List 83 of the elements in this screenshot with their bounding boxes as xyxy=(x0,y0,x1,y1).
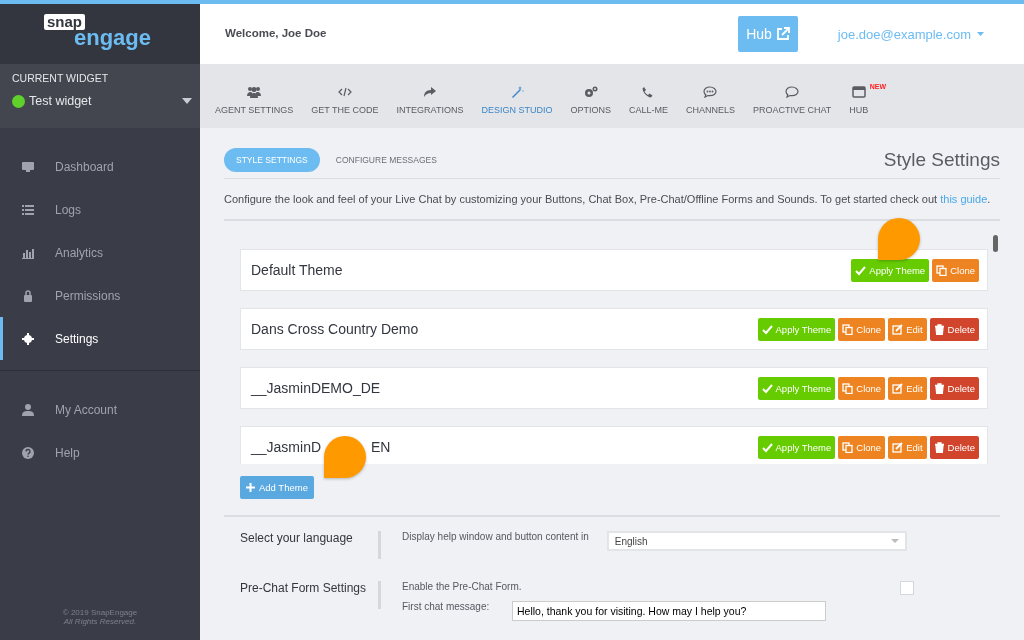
intro-text: Configure the look and feel of your Live Chat by customizing your Buttons, Chat Box, Pre-Chat/Offline Forms and Sounds. To get started check out this guide. xyxy=(224,192,992,207)
nav-tab[interactable]: AGENT SETTINGS xyxy=(206,79,303,115)
check-icon xyxy=(761,382,773,394)
people-icon xyxy=(247,86,262,98)
edit-icon xyxy=(892,382,904,394)
logo-snap: snap xyxy=(44,14,85,30)
hotspot-marker[interactable] xyxy=(878,218,920,260)
widget-selector[interactable]: Test widget xyxy=(12,94,192,108)
language-select[interactable]: English xyxy=(606,531,907,551)
clone-button[interactable]: Clone xyxy=(838,317,886,341)
add-theme-button[interactable]: Add Theme xyxy=(240,476,314,499)
check-icon xyxy=(855,264,867,276)
nav-tab[interactable]: PROACTIVE CHAT xyxy=(743,79,841,115)
trash-icon xyxy=(933,323,945,335)
theme-name: Default Theme xyxy=(251,262,344,278)
widget-heading: CURRENT WIDGET xyxy=(12,72,110,84)
field-label: First chat message: xyxy=(402,601,491,612)
nav-tab[interactable]: CALL-ME xyxy=(619,79,677,115)
edit-button[interactable]: Edit xyxy=(888,317,927,341)
person-icon xyxy=(22,403,34,416)
window-icon xyxy=(851,86,866,98)
help-icon xyxy=(22,446,34,459)
setting-description: Display help window and button content in xyxy=(402,531,589,542)
speech-bubbles-icon xyxy=(703,86,718,98)
clone-button[interactable]: Clone xyxy=(932,258,979,282)
theme-name: Dans Cross Country Demo xyxy=(251,321,420,337)
setting-title: Pre-Chat Form Settings xyxy=(240,581,368,595)
caret-icon xyxy=(977,32,984,36)
trash-icon xyxy=(933,382,945,394)
copy-icon xyxy=(842,382,854,394)
sidebar-item[interactable]: My Account xyxy=(0,388,200,431)
trash-icon xyxy=(933,441,945,453)
nav-tab[interactable]: CHANNELS xyxy=(676,79,744,115)
sidebar-item[interactable]: Logs xyxy=(0,188,200,231)
check-icon xyxy=(761,323,773,335)
nav-tab[interactable]: GET THE CODE xyxy=(302,79,388,115)
welcome-text: Welcome, Joe Doe xyxy=(225,26,328,39)
code-icon xyxy=(337,86,352,98)
copy-icon xyxy=(842,441,854,453)
sidebar-item[interactable]: Help xyxy=(0,431,200,474)
theme-name-end: EN xyxy=(371,439,391,455)
caret-icon xyxy=(182,98,192,104)
copy-icon xyxy=(842,323,854,335)
edit-button[interactable]: Edit xyxy=(888,376,927,400)
nav-tab[interactable]: OPTIONS xyxy=(561,79,620,115)
list-icon xyxy=(22,203,34,216)
message-field[interactable]: Hello, thank you for visiting. How may I help you? xyxy=(512,601,826,621)
monitor-icon xyxy=(22,160,34,173)
lock-icon xyxy=(22,289,34,302)
theme-name: __JasminDEMO_DE xyxy=(251,380,382,396)
sidebar-item[interactable]: Analytics xyxy=(0,231,200,274)
copy-icon xyxy=(936,264,948,276)
setting-title: Select your language xyxy=(240,531,354,545)
speech-bubble-icon xyxy=(785,86,800,98)
plus-icon xyxy=(246,483,255,492)
edit-button[interactable]: Edit xyxy=(888,435,927,459)
share-arrow-icon xyxy=(422,86,437,98)
delete-button[interactable]: Delete xyxy=(929,376,979,400)
clone-button[interactable]: Clone xyxy=(838,376,886,400)
nav-tab[interactable]: INTEGRATIONS xyxy=(387,79,473,115)
page-title: Style Settings xyxy=(883,149,1000,171)
hotspot-marker[interactable] xyxy=(324,436,366,478)
nav-tab[interactable]: DESIGN STUDIO xyxy=(472,79,562,115)
phone-icon xyxy=(641,86,656,98)
caret-icon xyxy=(890,539,899,543)
clone-button[interactable]: Clone xyxy=(838,435,886,459)
gears-icon xyxy=(583,86,598,98)
theme-name: __JasminD xyxy=(251,439,322,455)
external-link-icon xyxy=(775,27,790,41)
edit-icon xyxy=(892,441,904,453)
edit-icon xyxy=(892,323,904,335)
sidebar-item[interactable]: Dashboard xyxy=(0,145,200,188)
check-icon xyxy=(761,441,773,453)
scrollbar-thumb[interactable] xyxy=(993,235,998,252)
bar-chart-icon xyxy=(22,246,34,259)
checkbox[interactable] xyxy=(900,581,914,595)
settings-icon xyxy=(22,332,34,345)
sidebar-item[interactable]: Settings xyxy=(0,317,200,360)
setting-description: Enable the Pre-Chat Form. xyxy=(402,581,522,592)
sidebar-item[interactable]: Permissions xyxy=(0,274,200,317)
delete-button[interactable]: Delete xyxy=(929,317,979,341)
delete-button[interactable]: Delete xyxy=(929,435,979,459)
sub-tab[interactable]: CONFIGURE MESSAGES xyxy=(323,148,449,172)
